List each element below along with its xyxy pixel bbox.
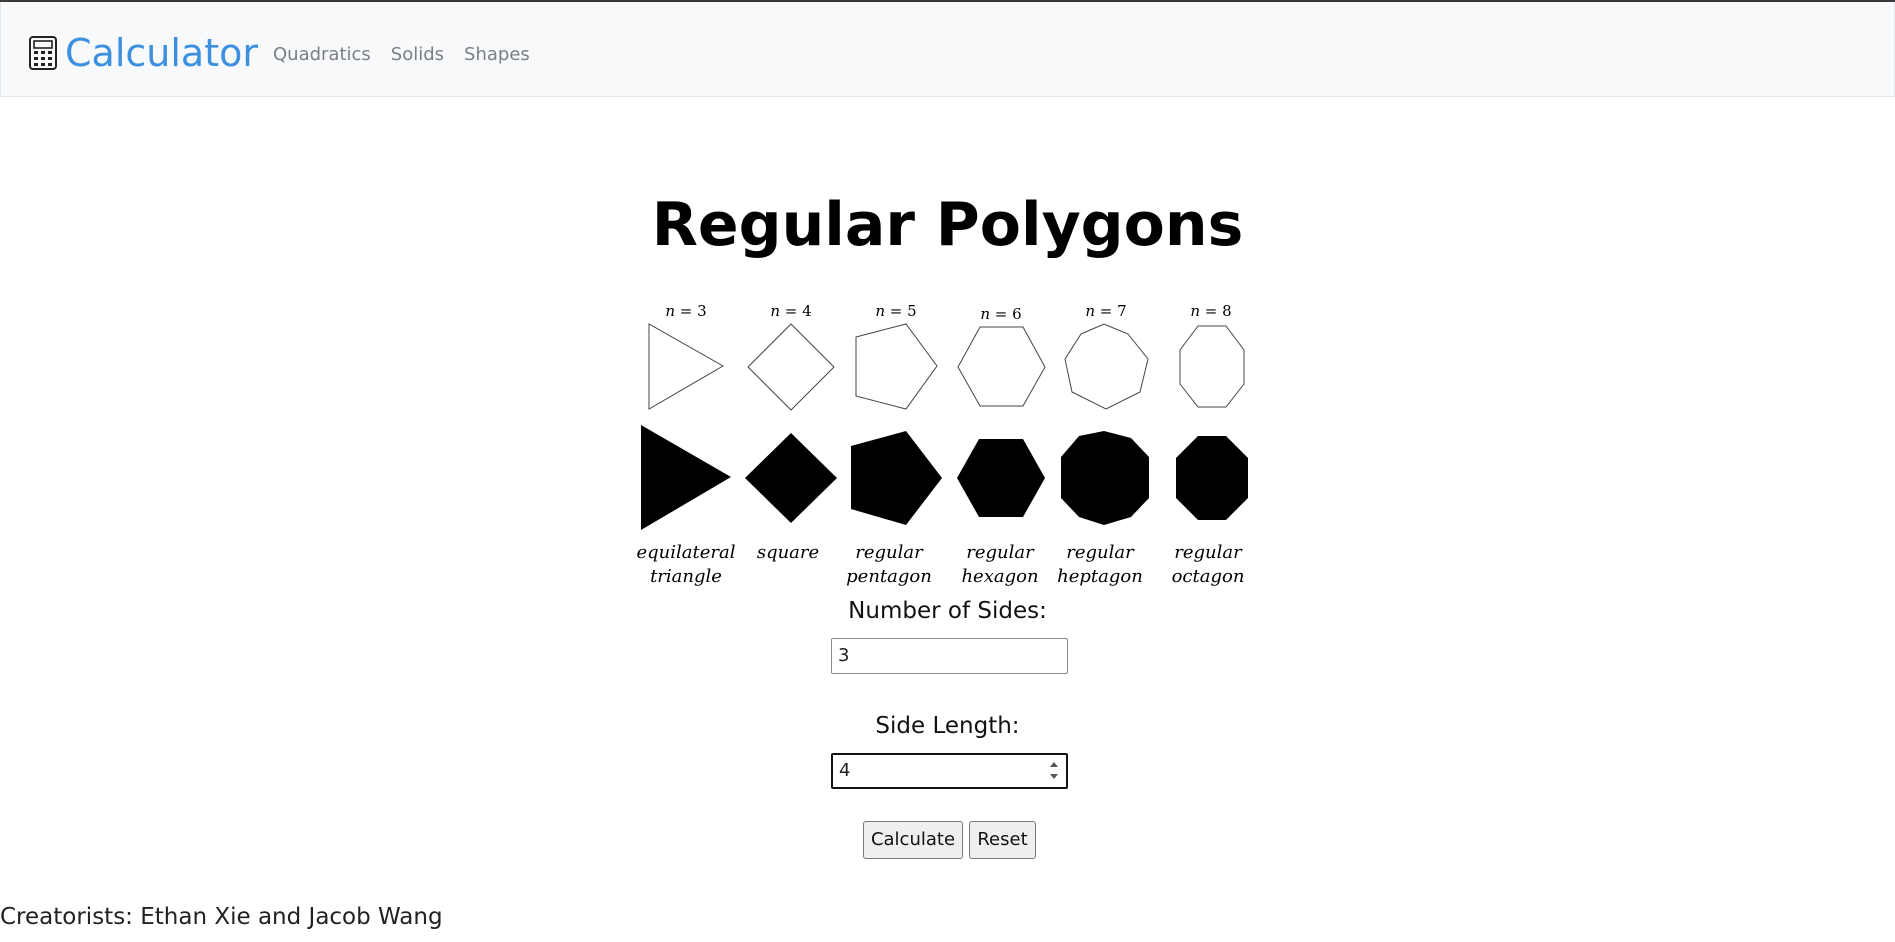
navbar-brand[interactable]: Calculator bbox=[29, 30, 258, 76]
outline-square bbox=[747, 323, 835, 411]
side-length-input[interactable]: 4 bbox=[831, 753, 1068, 789]
filled-pentagon bbox=[851, 431, 942, 525]
n-label-7: n = 7 bbox=[1085, 302, 1126, 320]
navbar: Calculator Quadratics Solids Shapes bbox=[0, 2, 1895, 97]
n-label-6: n = 6 bbox=[980, 305, 1021, 323]
n-label-8: n = 8 bbox=[1190, 302, 1231, 320]
caption-pentagon-line1: regular bbox=[855, 542, 924, 563]
filled-square bbox=[745, 433, 837, 523]
footer-credits: Creatorists: Ethan Xie and Jacob Wang bbox=[0, 904, 443, 930]
caption-hexagon-line1: regular bbox=[966, 542, 1035, 563]
n-label-5: n = 5 bbox=[875, 302, 916, 320]
sides-input[interactable]: 3 bbox=[831, 638, 1068, 674]
caption-square-line1: square bbox=[757, 542, 819, 563]
sides-label: Number of Sides: bbox=[848, 598, 1047, 624]
filled-hexagon bbox=[957, 439, 1045, 517]
outline-hexagon bbox=[957, 326, 1046, 407]
outline-heptagon bbox=[1064, 323, 1149, 410]
outline-triangle bbox=[648, 323, 725, 410]
spin-up-icon[interactable] bbox=[1047, 759, 1061, 771]
sides-value: 3 bbox=[838, 645, 850, 666]
caption-heptagon-line1: regular bbox=[1066, 542, 1135, 563]
reset-button[interactable]: Reset bbox=[969, 821, 1036, 859]
polygon-figure: n = 3 n = 4 n = 5 n = 6 n = 7 n = 8 equi… bbox=[637, 302, 1248, 587]
outline-pentagon bbox=[855, 323, 938, 410]
caption-pentagon-line2: pentagon bbox=[846, 566, 932, 587]
calculator-icon bbox=[29, 36, 57, 70]
number-spinner[interactable] bbox=[1047, 759, 1061, 783]
filled-heptagon bbox=[1061, 431, 1149, 525]
caption-triangle-line1: equilateral bbox=[637, 542, 736, 563]
side-length-value: 4 bbox=[839, 760, 851, 781]
calculate-button[interactable]: Calculate bbox=[863, 821, 963, 859]
filled-octagon bbox=[1176, 436, 1248, 520]
outline-octagon bbox=[1179, 325, 1245, 408]
n-label-4: n = 4 bbox=[770, 302, 811, 320]
nav-links: Quadratics Solids Shapes bbox=[273, 44, 550, 65]
nav-link-shapes[interactable]: Shapes bbox=[464, 44, 530, 65]
caption-octagon-line1: regular bbox=[1174, 542, 1243, 563]
nav-link-solids[interactable]: Solids bbox=[391, 44, 444, 65]
spin-down-icon[interactable] bbox=[1047, 771, 1061, 783]
nav-link-quadratics[interactable]: Quadratics bbox=[273, 44, 371, 65]
brand-title: Calculator bbox=[65, 31, 258, 75]
caption-octagon-line2: octagon bbox=[1172, 566, 1245, 587]
side-length-label: Side Length: bbox=[875, 713, 1020, 739]
filled-triangle bbox=[641, 425, 731, 530]
caption-hexagon-line2: hexagon bbox=[961, 566, 1038, 587]
caption-triangle-line2: triangle bbox=[650, 566, 722, 587]
n-label-3: n = 3 bbox=[665, 302, 706, 320]
page-title: Regular Polygons bbox=[651, 190, 1244, 260]
caption-heptagon-line2: heptagon bbox=[1057, 566, 1143, 587]
